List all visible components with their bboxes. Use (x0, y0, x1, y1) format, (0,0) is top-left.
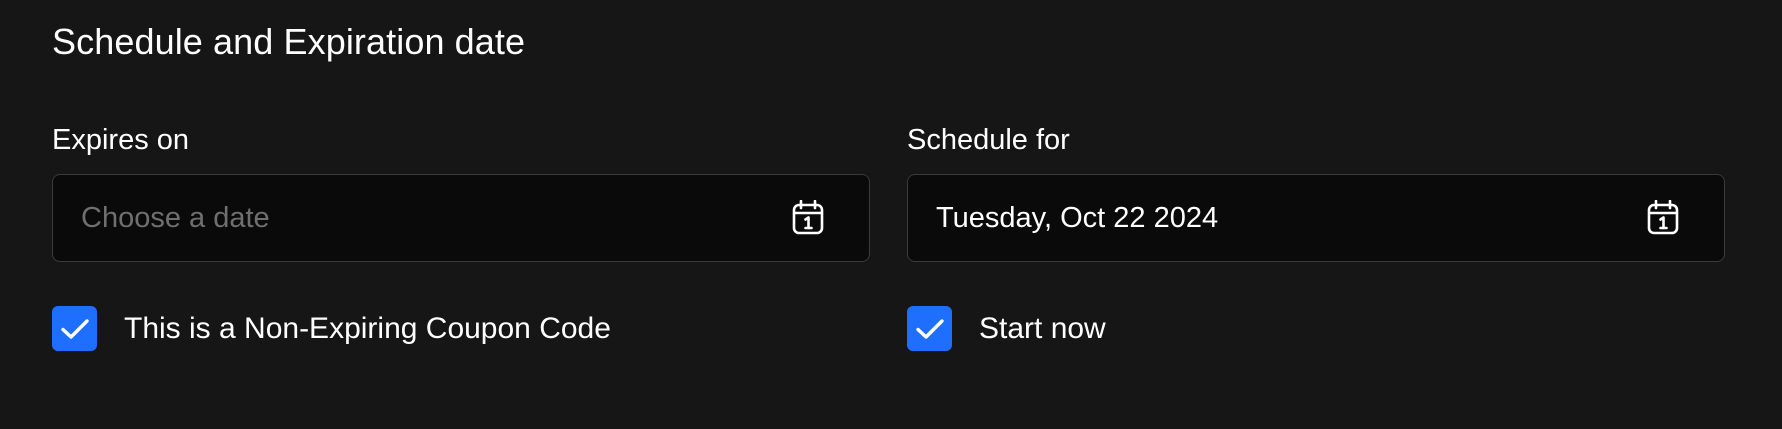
non-expiring-checkbox-label: This is a Non-Expiring Coupon Code (124, 311, 611, 345)
expires-on-placeholder: Choose a date (81, 202, 270, 234)
schedule-expiration-panel: Schedule and Expiration date Expires on … (0, 0, 1782, 429)
expires-on-label: Expires on (52, 124, 190, 156)
start-now-checkbox-row[interactable]: Start now (907, 306, 1106, 351)
start-now-checkbox-label: Start now (979, 311, 1106, 345)
section-title: Schedule and Expiration date (52, 21, 526, 62)
start-now-checkbox[interactable] (907, 306, 952, 351)
expires-on-group: Expires on Choose a date This is a Non-E… (52, 120, 872, 351)
calendar-icon[interactable] (791, 199, 825, 237)
non-expiring-checkbox-row[interactable]: This is a Non-Expiring Coupon Code (52, 306, 611, 351)
schedule-for-date-picker[interactable]: Tuesday, Oct 22 2024 (907, 174, 1725, 262)
schedule-for-label: Schedule for (907, 124, 1070, 156)
expires-on-date-picker[interactable]: Choose a date (52, 174, 870, 262)
non-expiring-checkbox[interactable] (52, 306, 97, 351)
schedule-for-group: Schedule for Tuesday, Oct 22 2024 Start … (907, 120, 1727, 351)
schedule-for-value: Tuesday, Oct 22 2024 (936, 202, 1219, 234)
calendar-icon[interactable] (1646, 199, 1680, 237)
